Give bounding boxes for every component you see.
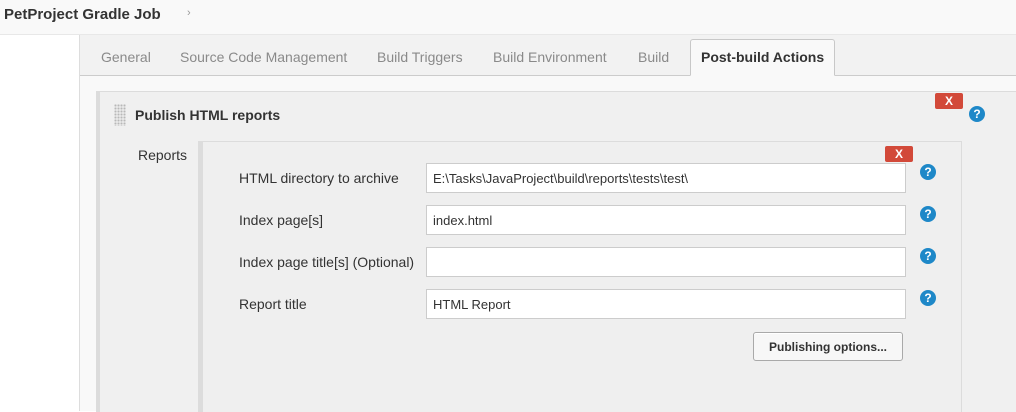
report-title-input[interactable] — [426, 289, 906, 319]
help-icon[interactable]: ? — [920, 164, 936, 180]
reports-label: Reports — [138, 147, 188, 163]
tab-source-code-management[interactable]: Source Code Management — [180, 41, 347, 74]
html-directory-label: HTML directory to archive — [239, 170, 399, 186]
job-title-link[interactable]: PetProject Gradle Job — [4, 6, 161, 23]
drag-handle-icon[interactable] — [114, 104, 126, 126]
index-pages-input[interactable] — [426, 205, 906, 235]
tab-post-build-actions[interactable]: Post-build Actions — [690, 39, 836, 76]
help-icon[interactable]: ? — [920, 206, 936, 222]
tab-general[interactable]: General — [101, 41, 151, 74]
tab-build-triggers[interactable]: Build Triggers — [377, 41, 463, 74]
index-pages-label: Index page[s] — [239, 212, 324, 228]
help-icon[interactable]: ? — [920, 248, 936, 264]
index-page-titles-input[interactable] — [426, 247, 906, 277]
publishing-options-button[interactable]: Publishing options... — [753, 332, 903, 361]
section-title: Publish HTML reports — [135, 107, 281, 123]
help-icon[interactable]: ? — [969, 106, 985, 122]
delete-report-button[interactable]: X — [885, 146, 913, 162]
report-title-label: Report title — [239, 296, 307, 312]
index-page-titles-label: Index page title[s] (Optional) — [239, 254, 415, 270]
tab-build-environment[interactable]: Build Environment — [493, 41, 607, 74]
html-directory-input[interactable] — [426, 163, 906, 193]
chevron-right-icon[interactable]: › — [187, 7, 191, 19]
breadcrumb: PetProject Gradle Job › — [0, 0, 1016, 35]
tab-build[interactable]: Build — [638, 41, 669, 74]
delete-section-button[interactable]: X — [935, 93, 963, 109]
left-sidebar — [0, 35, 80, 411]
config-tabbar: General Source Code Management Build Tri… — [80, 35, 1016, 76]
help-icon[interactable]: ? — [920, 290, 936, 306]
